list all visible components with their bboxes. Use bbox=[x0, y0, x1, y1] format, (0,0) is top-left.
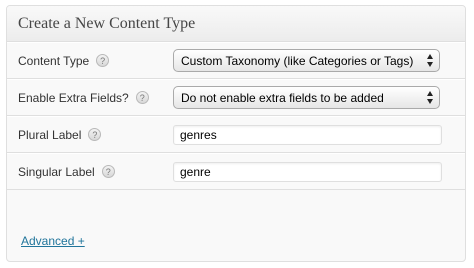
panel-title: Create a New Content Type bbox=[18, 14, 196, 32]
content-type-select-value: Custom Taxonomy (like Categories or Tags… bbox=[181, 53, 414, 68]
select-arrows-icon bbox=[426, 54, 433, 67]
content-type-panel: Create a New Content Type Content Type ?… bbox=[6, 5, 466, 262]
help-icon[interactable]: ? bbox=[96, 54, 110, 67]
help-icon[interactable]: ? bbox=[101, 165, 115, 178]
content-type-select[interactable]: Custom Taxonomy (like Categories or Tags… bbox=[173, 49, 440, 72]
singular-label-group: Singular Label ? bbox=[18, 154, 115, 189]
singular-label: Singular Label bbox=[18, 164, 95, 179]
plural-label-row: Plural Label ? genres bbox=[7, 116, 465, 153]
extra-fields-select-value: Do not enable extra fields to be added bbox=[181, 90, 384, 105]
plural-label: Plural Label bbox=[18, 127, 82, 142]
arrow-up-icon bbox=[426, 54, 433, 59]
select-arrows-icon bbox=[426, 91, 433, 104]
arrow-down-icon bbox=[426, 99, 433, 104]
help-icon[interactable]: ? bbox=[135, 91, 149, 104]
panel-header: Create a New Content Type bbox=[7, 6, 465, 42]
content-type-row: Content Type ? Custom Taxonomy (like Cat… bbox=[7, 42, 465, 79]
plural-label-input[interactable]: genres bbox=[173, 125, 442, 145]
extra-fields-row: Enable Extra Fields? ? Do not enable ext… bbox=[7, 79, 465, 116]
content-type-label: Content Type bbox=[18, 53, 90, 68]
arrow-down-icon bbox=[426, 62, 433, 67]
extra-fields-label: Enable Extra Fields? bbox=[18, 90, 129, 105]
advanced-link[interactable]: Advanced + bbox=[21, 234, 85, 248]
singular-label-input[interactable]: genre bbox=[173, 162, 442, 182]
extra-fields-select[interactable]: Do not enable extra fields to be added bbox=[173, 86, 440, 109]
plural-label-group: Plural Label ? bbox=[18, 117, 102, 152]
arrow-up-icon bbox=[426, 91, 433, 96]
content-type-label-group: Content Type ? bbox=[18, 43, 110, 78]
singular-label-row: Singular Label ? genre bbox=[7, 153, 465, 190]
extra-fields-label-group: Enable Extra Fields? ? bbox=[18, 80, 149, 115]
help-icon[interactable]: ? bbox=[88, 128, 102, 141]
